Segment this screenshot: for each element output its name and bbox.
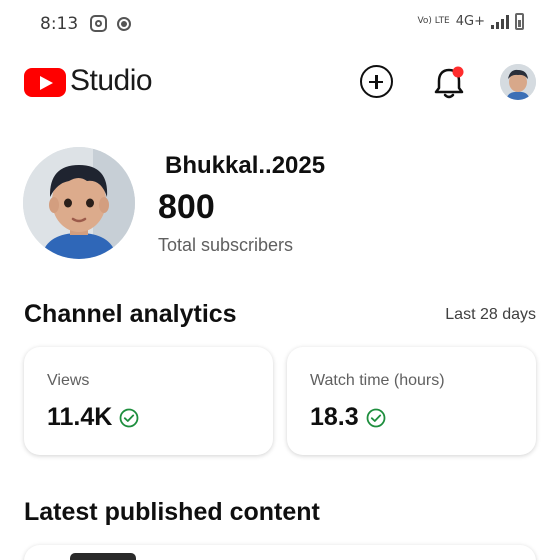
- notification-badge: [452, 66, 464, 78]
- check-circle-icon: [119, 408, 139, 427]
- status-indicators: Vo) LTE 4G+: [417, 13, 524, 30]
- cast-icon: [117, 17, 131, 31]
- account-avatar-image: [500, 64, 536, 100]
- signal-icon: [491, 14, 509, 29]
- create-button[interactable]: [360, 65, 393, 98]
- status-bar: 8:13 Vo) LTE 4G+: [0, 0, 560, 46]
- subscriber-label: Total subscribers: [158, 235, 294, 255]
- instagram-icon: [90, 15, 107, 32]
- volte-label: Vo) LTE: [417, 16, 450, 26]
- views-card[interactable]: Views 11.4K: [24, 347, 273, 455]
- notification-bell-icon: [434, 66, 464, 99]
- views-label: Views: [47, 372, 90, 389]
- youtube-logo-icon: [24, 68, 66, 97]
- video-thumbnail[interactable]: [70, 553, 136, 560]
- channel-avatar[interactable]: [23, 147, 135, 259]
- watch-time-label: Watch time (hours): [310, 372, 445, 389]
- account-avatar[interactable]: [500, 64, 536, 100]
- latest-content-card[interactable]: [24, 545, 536, 560]
- notification-bell-button[interactable]: [432, 63, 468, 101]
- latest-content-title: Latest published content: [24, 498, 320, 526]
- views-value: 11.4K: [47, 403, 113, 431]
- watch-time-card[interactable]: Watch time (hours) 18.3: [287, 347, 536, 455]
- status-time: 8:13: [40, 14, 79, 34]
- channel-avatar-image: [23, 147, 135, 259]
- channel-name: Bhukkal..2025: [165, 152, 326, 179]
- watch-time-value: 18.3: [310, 403, 359, 431]
- analytics-period[interactable]: Last 28 days: [445, 306, 536, 324]
- app-header: Studio: [0, 58, 560, 108]
- network-type: 4G+: [455, 14, 485, 29]
- analytics-title: Channel analytics: [24, 300, 237, 328]
- subscriber-count: 800: [158, 188, 215, 226]
- battery-icon: [515, 13, 524, 30]
- check-circle-icon: [366, 408, 386, 427]
- app-title: Studio: [70, 64, 153, 97]
